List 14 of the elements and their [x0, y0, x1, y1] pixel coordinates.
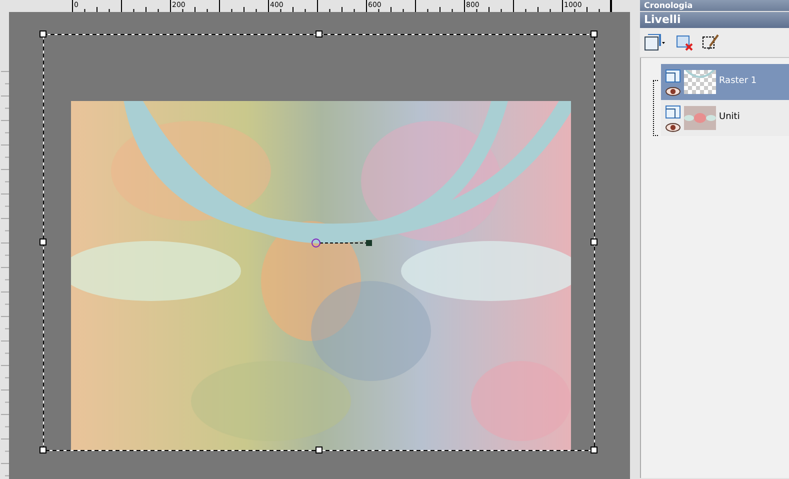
selection-brush-icon[interactable]: [702, 34, 720, 52]
eye-icon[interactable]: [665, 122, 681, 132]
layer-name: Uniti: [719, 111, 740, 124]
layer-icon: [665, 68, 681, 82]
layer-icon: [665, 104, 681, 118]
rotation-handle[interactable]: [312, 238, 372, 248]
panel-title: Cronologia: [640, 0, 789, 11]
delete-layer-icon[interactable]: [676, 34, 694, 52]
eye-icon[interactable]: [665, 86, 681, 96]
layer-row[interactable]: Uniti: [661, 100, 789, 136]
layer-name: Raster 1: [719, 75, 757, 88]
panel-title: Livelli: [640, 12, 789, 28]
group-bracket: [653, 80, 658, 136]
new-layer-icon[interactable]: [644, 34, 668, 52]
